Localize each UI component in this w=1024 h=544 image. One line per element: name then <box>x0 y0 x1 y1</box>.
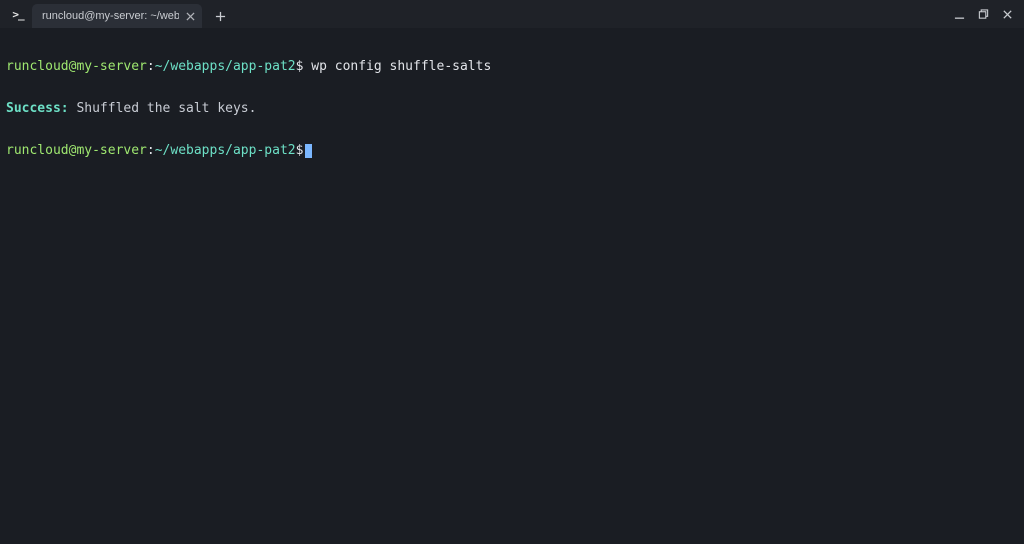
success-label: Success: <box>6 101 69 116</box>
prompt-sep: : <box>147 59 155 74</box>
plus-icon <box>215 11 226 22</box>
terminal-app-icon-glyph: >_ <box>12 8 23 21</box>
prompt-suffix: $ <box>296 143 304 158</box>
terminal-line: Success: Shuffled the salt keys. <box>6 102 1018 116</box>
tab-close-button[interactable] <box>185 9 196 23</box>
window-titlebar: >_ runcloud@my-server: ~/webapps/a <box>0 0 1024 28</box>
window-minimize-button[interactable] <box>948 4 970 24</box>
prompt-user-host: runcloud@my-server <box>6 143 147 158</box>
window-maximize-button[interactable] <box>972 4 994 24</box>
minimize-icon <box>954 9 965 20</box>
prompt-user-host: runcloud@my-server <box>6 59 147 74</box>
new-tab-button[interactable] <box>208 4 232 28</box>
close-icon <box>1002 9 1013 20</box>
terminal-output[interactable]: runcloud@my-server:~/webapps/app-pat2$ w… <box>0 28 1024 176</box>
terminal-app-icon: >_ <box>4 0 32 28</box>
prompt-sep: : <box>147 143 155 158</box>
maximize-icon <box>978 9 989 20</box>
command-text: wp config shuffle-salts <box>311 59 491 74</box>
success-message: Shuffled the salt keys. <box>69 101 257 116</box>
window-close-button[interactable] <box>996 4 1018 24</box>
close-icon <box>186 12 195 21</box>
prompt-path: ~/webapps/app-pat2 <box>155 143 296 158</box>
prompt-path: ~/webapps/app-pat2 <box>155 59 296 74</box>
window-controls <box>948 4 1018 24</box>
cursor <box>305 144 312 158</box>
terminal-line: runcloud@my-server:~/webapps/app-pat2$ w… <box>6 60 1018 74</box>
tab-active[interactable]: runcloud@my-server: ~/webapps/a <box>32 4 202 28</box>
tab-title: runcloud@my-server: ~/webapps/a <box>42 10 179 22</box>
terminal-line: runcloud@my-server:~/webapps/app-pat2$ <box>6 144 1018 158</box>
